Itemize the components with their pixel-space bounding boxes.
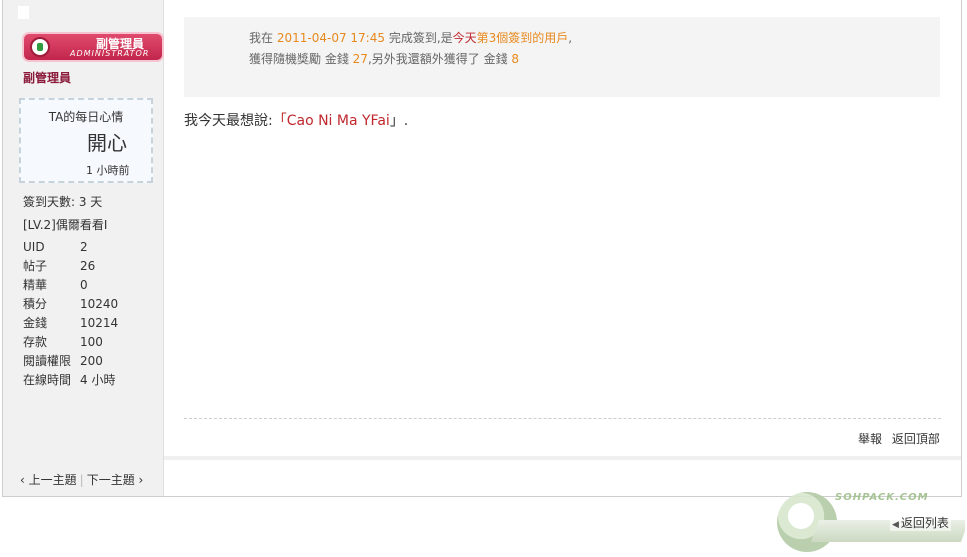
notice-today: 今天 (452, 31, 477, 45)
author-sidebar: 副管理員 ADMINISTRATOR 副管理員 TA的每日心情 開心 1 小時前… (3, 0, 164, 496)
mood-value: 開心 (87, 131, 127, 155)
badge-emblem-icon (30, 37, 50, 57)
checkin-datetime: 2011-04-07 17:45 (276, 31, 385, 45)
report-link[interactable]: 舉報 (858, 432, 882, 446)
stat-row: 金錢 10214 (23, 314, 118, 333)
mood-time: 1 小時前 (86, 164, 130, 177)
stat-value: 10214 (80, 316, 119, 330)
reward-amount: 27 (352, 52, 368, 66)
stat-row: UID 2 (23, 238, 118, 257)
stat-row: 帖子 26 (23, 257, 118, 276)
stat-row: 在線時間 4 小時 (23, 371, 118, 390)
notice-text-2: 完成簽到,是 (388, 31, 453, 45)
stat-row: 積分 10240 (23, 295, 118, 314)
back-to-list-button[interactable]: ◀ 返回列表 (890, 514, 951, 531)
stat-row: 精華 0 (23, 276, 118, 295)
stat-key: 在線時間 (23, 373, 72, 387)
checkin-notice-text: 我在 2011-04-07 17:45 完成簽到,是今天第3個簽到的用戶,獲得隨… (249, 28, 579, 70)
stat-row: 閱讀權限 200 (23, 352, 118, 371)
thread-nav: ‹ 上一主題 | 下一主題 › (20, 471, 143, 488)
quote-close: 」. (389, 113, 409, 129)
stat-value: 200 (80, 354, 103, 368)
back-to-top-link[interactable]: 返回頂部 (892, 432, 940, 446)
stat-value: 4 小時 (80, 373, 116, 387)
watermark-text: SOHPACK.COM (835, 492, 929, 503)
next-thread-label: 下一主題 (86, 473, 135, 487)
stat-key: 閱讀權限 (23, 354, 72, 368)
nav-separator: | (79, 473, 84, 487)
stat-key: UID (23, 240, 45, 254)
caret-left-icon: ◀ (892, 520, 899, 530)
stat-value[interactable]: 26 (80, 259, 95, 273)
stat-value[interactable]: 0 (80, 278, 88, 292)
stat-key: 金錢 (23, 316, 48, 330)
stat-key: 存款 (23, 335, 48, 349)
daily-mood-box: TA的每日心情 開心 1 小時前 (19, 98, 153, 183)
stat-row: 存款 100 (23, 333, 118, 352)
stat-key: 精華 (23, 278, 48, 292)
prev-thread-label: 上一主題 (28, 473, 77, 487)
notice-text-1: 我在 (249, 31, 274, 45)
checkin-days: 簽到天數: 3 天 (23, 195, 103, 209)
admin-badge: 副管理員 ADMINISTRATOR (24, 34, 162, 60)
post-message: 我今天最想說:「Cao Ni Ma YFai」. (184, 110, 408, 130)
back-to-list-label: 返回列表 (900, 516, 949, 530)
post-actions: 舉報 返回頂部 (852, 430, 940, 447)
message-prefix: 我今天最想說: (184, 113, 273, 129)
next-thread-link[interactable]: 下一主題 › (87, 473, 144, 487)
prev-thread-link[interactable]: ‹ 上一主題 (20, 473, 77, 487)
stat-value: 100 (80, 335, 103, 349)
checkin-rank: 第3個簽到的用戶 (476, 31, 569, 45)
stat-key: 積分 (23, 297, 48, 311)
stat-key: 帖子 (23, 259, 48, 273)
user-level[interactable]: [LV.2]偶爾看看I (23, 216, 107, 233)
avatar[interactable] (18, 6, 29, 19)
extra-reward-amount: 8 (511, 52, 520, 66)
badge-subtitle: ADMINISTRATOR (70, 49, 150, 58)
stat-value: 2 (80, 240, 88, 254)
stat-value[interactable]: 10240 (80, 297, 118, 311)
mood-label: TA的每日心情 (48, 110, 124, 124)
checkin-notice: 我在 2011-04-07 17:45 完成簽到,是今天第3個簽到的用戶,獲得隨… (184, 17, 940, 97)
message-quote: Cao Ni Ma YFai (286, 113, 390, 129)
post-divider (184, 418, 941, 419)
quote-open: 「 (272, 113, 287, 129)
user-stats: UID 2 帖子 26 精華 0 積分 10240 金錢 10214 存款 100 閱讀權限… (23, 238, 118, 390)
notice-text-4: ,另外我還額外獲得了 金錢 (367, 52, 508, 66)
user-group[interactable]: 副管理員 (23, 69, 71, 86)
post-bottom-bar (164, 456, 961, 460)
